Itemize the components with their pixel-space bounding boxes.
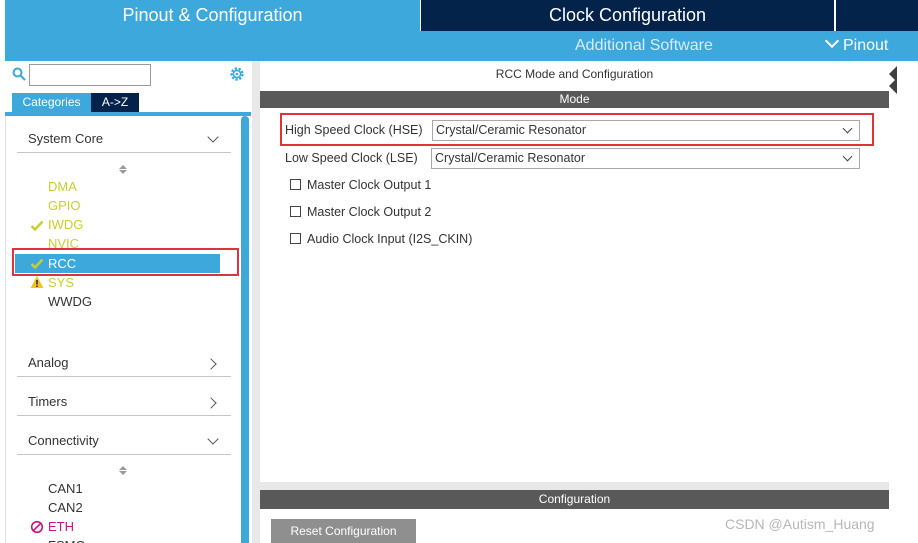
chevron-down-icon — [207, 433, 219, 445]
search-input[interactable] — [29, 64, 151, 86]
divider — [5, 116, 6, 543]
audio-clock-input-row[interactable]: Audio Clock Input (I2S_CKIN) — [290, 231, 472, 247]
category-label: Connectivity — [28, 433, 99, 448]
peripheral-gpio[interactable]: GPIO — [48, 196, 81, 215]
master-clock-output-2-checkbox[interactable] — [290, 206, 301, 217]
check-icon — [30, 220, 44, 232]
right-panel: RCC Mode and Configuration Mode High Spe… — [252, 61, 918, 543]
audio-clock-input-checkbox[interactable] — [290, 233, 301, 244]
category-timers[interactable]: Timers — [17, 388, 231, 416]
collapse-arrow-icon[interactable] — [889, 78, 897, 94]
scrollbar[interactable] — [241, 116, 249, 543]
chevron-right-icon — [205, 397, 217, 409]
chevron-down-icon — [207, 131, 219, 143]
top-tab-bar: Pinout & Configuration Clock Configurati… — [0, 0, 918, 31]
checkbox-label: Master Clock Output 2 — [307, 205, 432, 219]
search-icon[interactable] — [12, 67, 26, 81]
category-label: System Core — [28, 131, 104, 146]
sort-down-icon[interactable] — [119, 170, 127, 174]
category-label: Analog — [28, 355, 69, 370]
mode-section-header: Mode — [260, 91, 889, 108]
chevron-down-icon — [824, 33, 840, 49]
checkbox-label: Master Clock Output 1 — [307, 178, 432, 192]
tab-pinout-configuration[interactable]: Pinout & Configuration — [5, 0, 420, 31]
pinout-menu-label: Pinout — [843, 37, 889, 54]
mode-panel: RCC Mode and Configuration Mode High Spe… — [260, 61, 889, 482]
chevron-right-icon — [205, 358, 217, 370]
lse-label: Low Speed Clock (LSE) — [285, 151, 418, 165]
reset-configuration-button[interactable]: Reset Configuration — [271, 519, 416, 543]
tab-extra[interactable] — [836, 0, 918, 31]
category-connectivity[interactable]: Connectivity — [17, 427, 231, 455]
lse-select[interactable]: Crystal/Ceramic Resonator — [431, 148, 860, 169]
peripheral-can1[interactable]: CAN1 — [48, 479, 83, 498]
master-clock-output-1-checkbox[interactable] — [290, 179, 301, 190]
master-clock-output-1-row[interactable]: Master Clock Output 1 — [290, 177, 431, 193]
peripheral-dma[interactable]: DMA — [48, 177, 77, 196]
no-entry-icon — [30, 520, 44, 534]
pinout-menu[interactable]: Pinout — [823, 31, 888, 61]
peripheral-eth[interactable]: ETH — [48, 517, 74, 536]
sort-up-icon[interactable] — [119, 165, 127, 169]
tab-clock-configuration[interactable]: Clock Configuration — [421, 0, 834, 31]
highlight-box — [280, 113, 874, 146]
additional-software-link[interactable]: Additional Software — [575, 31, 713, 61]
right-edge — [889, 61, 918, 543]
lse-select-value: Crystal/Ceramic Resonator — [435, 151, 586, 165]
peripheral-can2[interactable]: CAN2 — [48, 498, 83, 517]
panel-title: RCC Mode and Configuration — [495, 67, 654, 81]
highlight-box — [12, 248, 239, 276]
peripheral-fsmc[interactable]: FSMC — [48, 536, 85, 543]
category-list — [5, 112, 251, 543]
sort-down-icon[interactable] — [119, 471, 127, 475]
category-label: Timers — [28, 394, 68, 409]
tab-a-z[interactable]: A->Z — [91, 93, 139, 112]
configuration-section-header: Configuration — [260, 490, 889, 509]
gear-icon[interactable] — [228, 65, 246, 83]
peripheral-sys[interactable]: SYS — [48, 273, 74, 292]
secondary-toolbar: Additional Software Pinout — [5, 31, 918, 61]
watermark: CSDN @Autism_Huang — [725, 516, 875, 532]
checkbox-label: Audio Clock Input (I2S_CKIN) — [307, 232, 473, 246]
master-clock-output-2-row[interactable]: Master Clock Output 2 — [290, 204, 431, 220]
category-system-core[interactable]: System Core — [17, 125, 231, 153]
category-analog[interactable]: Analog — [17, 349, 231, 377]
chevron-down-icon — [842, 151, 853, 162]
warning-icon — [30, 276, 44, 288]
left-panel: Categories A->Z System Core DMA GPIO IWD… — [5, 61, 251, 543]
peripheral-wwdg[interactable]: WWDG — [48, 292, 92, 311]
tab-categories[interactable]: Categories — [12, 93, 91, 112]
peripheral-iwdg[interactable]: IWDG — [48, 215, 83, 234]
sort-up-icon[interactable] — [119, 466, 127, 470]
